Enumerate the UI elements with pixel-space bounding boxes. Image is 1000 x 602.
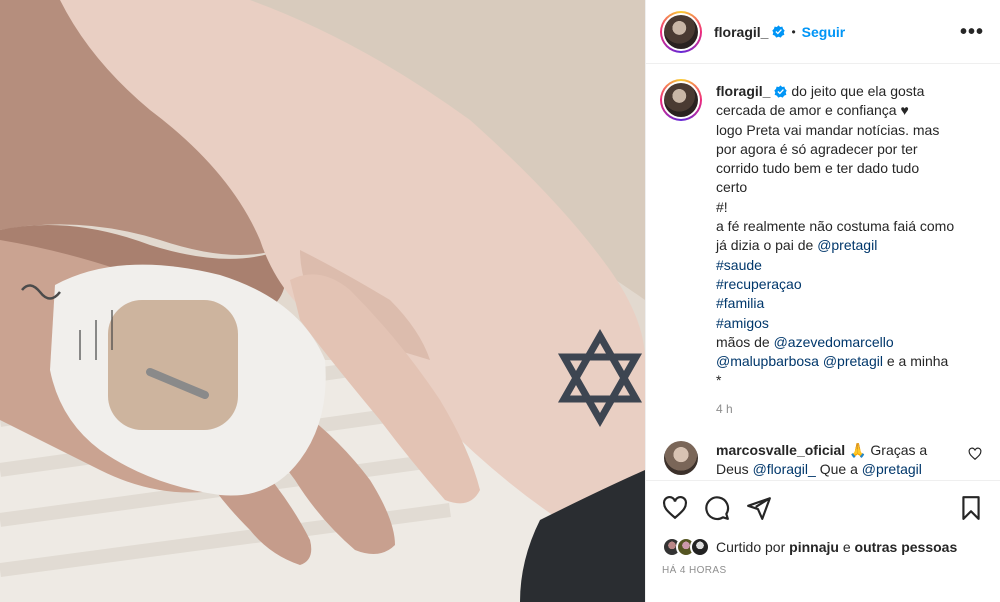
comment-username[interactable]: marcosvalle_oficial — [716, 442, 845, 458]
likes-middle: e — [838, 539, 855, 555]
comment-emoji: 🙏 — [849, 442, 867, 459]
caption-line: #! — [716, 198, 728, 215]
photo-illustration — [0, 0, 645, 602]
mention-link[interactable]: @pretagil — [817, 237, 877, 253]
comment-text-fragment: Que a — [815, 461, 862, 478]
post-photo — [0, 0, 645, 602]
comment-bubble-icon[interactable] — [704, 495, 730, 521]
mention-link[interactable]: @malupbarbosa — [716, 353, 819, 369]
caption-line: corrido tudo bem e ter dado tudo — [716, 160, 920, 177]
caption-line: cercada de amor e confiança ♥ — [716, 102, 909, 119]
action-icons — [662, 493, 984, 523]
post-caption: floragil_ do jeito que ela gosta cercada… — [660, 79, 984, 419]
comments-section: floragil_ do jeito que ela gosta cercada… — [646, 65, 1000, 479]
save-bookmark-icon[interactable] — [958, 495, 984, 521]
like-heart-icon[interactable] — [662, 495, 688, 521]
verified-badge-icon — [774, 85, 788, 98]
comment-text-fragment: Graças a — [866, 442, 928, 459]
caption-line: do jeito que ela gosta — [791, 83, 925, 99]
likes-summary: Curtido por pinnaju e outras pessoas — [662, 537, 984, 557]
post-side-panel: floragil_ • Seguir ••• floragil_ do jeit… — [645, 0, 1000, 602]
comment-like-heart-icon[interactable] — [968, 447, 982, 461]
caption-username[interactable]: floragil_ — [716, 83, 770, 99]
mention-link[interactable]: @floragil_ — [753, 461, 816, 477]
caption-star: * — [716, 372, 722, 389]
caption-line: já dizia o pai de — [716, 237, 818, 254]
others-link[interactable]: outras pessoas — [855, 539, 958, 555]
more-options-icon[interactable]: ••• — [960, 22, 984, 42]
liker-avatars — [662, 537, 710, 557]
follow-button[interactable]: Seguir — [802, 24, 846, 40]
mention-link[interactable]: @azevedomarcello — [774, 334, 894, 350]
separator-dot: • — [791, 24, 796, 39]
hashtag-link[interactable]: #recuperaçao — [716, 275, 978, 294]
likes-prefix: Curtido por — [716, 539, 790, 555]
comment-text-fragment: Deus — [716, 461, 753, 478]
hashtag-link[interactable]: #familia — [716, 294, 978, 313]
liker-username[interactable]: pinnaju — [789, 539, 839, 555]
post-header: floragil_ • Seguir ••• — [646, 0, 1000, 64]
comment-avatar[interactable] — [664, 441, 698, 476]
comment-item: marcosvalle_oficial 🙏 Graças a Deus @flo… — [660, 441, 984, 479]
author-avatar[interactable] — [660, 10, 702, 53]
caption-line: a fé realmente não costuma faiá como — [716, 218, 955, 235]
likes-text: Curtido por pinnaju e outras pessoas — [716, 539, 957, 555]
author-username[interactable]: floragil_ — [714, 24, 768, 40]
post-actions: Curtido por pinnaju e outras pessoas HÁ … — [646, 480, 1000, 576]
caption-timestamp[interactable]: 4 h — [716, 400, 978, 419]
hashtag-link[interactable]: #amigos — [716, 314, 978, 333]
mention-link[interactable]: @pretagil — [823, 353, 883, 369]
caption-line: certo — [716, 179, 748, 196]
post-age[interactable]: HÁ 4 HORAS — [662, 565, 984, 576]
liker-avatar[interactable] — [690, 537, 710, 557]
caption-avatar[interactable] — [660, 79, 702, 121]
verified-badge-icon — [772, 25, 786, 38]
comment-text: marcosvalle_oficial 🙏 Graças a Deus @flo… — [716, 441, 968, 479]
share-paper-plane-icon[interactable] — [746, 495, 772, 521]
caption-line: por agora é só agradecer por ter — [716, 140, 918, 157]
mention-link[interactable]: @pretagil — [862, 461, 922, 477]
caption-line: logo Preta vai mandar notícias. mas — [716, 121, 940, 138]
hashtag-link[interactable]: #saude — [716, 256, 978, 275]
caption-text: floragil_ do jeito que ela gosta cercada… — [716, 82, 978, 419]
caption-text-fragment: e a minha — [882, 353, 949, 370]
caption-text-fragment: mãos de — [716, 333, 774, 350]
